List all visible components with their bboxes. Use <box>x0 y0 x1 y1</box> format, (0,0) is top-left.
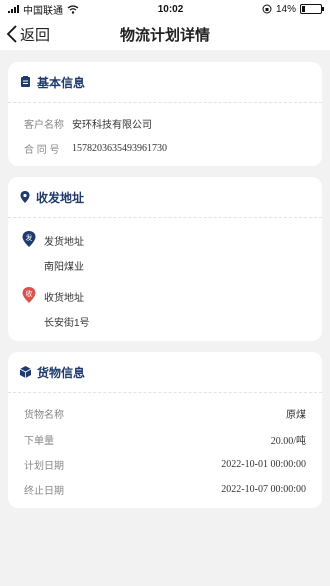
order-qty-value: 20.00/吨 <box>270 436 306 447</box>
goods-name-value: 原煤 <box>286 410 306 421</box>
basic-info-card: 基本信息 客户名称 安环科技有限公司 合 同 号 157820363549396… <box>8 62 322 166</box>
goods-row: 下单量 20.00/吨 <box>24 432 306 447</box>
basic-info-title: 基本信息 <box>37 75 86 90</box>
location-pin-icon <box>20 191 30 203</box>
status-left: 中国联通 <box>8 2 79 17</box>
goods-title: 货物信息 <box>37 365 86 380</box>
back-label: 返回 <box>20 26 51 44</box>
address-header: 收发地址 <box>8 177 322 218</box>
contract-row: 合 同 号 1578203635493961730 <box>24 141 306 156</box>
ship-icon-char: 发 <box>26 233 33 242</box>
page-title: 物流计划详情 <box>119 26 210 44</box>
ship-address-icon: 发 <box>22 231 36 247</box>
wifi-icon <box>67 4 79 14</box>
document-icon <box>21 76 30 87</box>
back-button[interactable]: 返回 <box>6 18 50 50</box>
basic-info-header: 基本信息 <box>8 62 322 103</box>
ship-address-value: 南阳煤业 <box>44 262 84 273</box>
address-title: 收发地址 <box>36 190 85 205</box>
receive-address-value: 长安街1号 <box>44 318 90 329</box>
goods-card: 货物信息 货物名称 原煤 下单量 20.00/吨 计划日期 2022-10-01… <box>8 352 322 508</box>
customer-row: 客户名称 安环科技有限公司 <box>24 116 306 131</box>
battery-percent: 14% <box>275 3 296 15</box>
customer-value: 安环科技有限公司 <box>72 120 152 131</box>
goods-row: 计划日期 2022-10-01 00:00:00 <box>24 457 306 472</box>
status-right: 14% <box>262 3 324 15</box>
status-time: 10:02 <box>157 3 184 15</box>
battery-fill <box>302 6 305 12</box>
receive-address-label: 收货地址 <box>44 293 84 304</box>
goods-row: 终止日期 2022-10-07 00:00:00 <box>24 482 306 497</box>
recv-icon-char: 收 <box>26 289 33 298</box>
battery-icon <box>300 4 324 14</box>
chevron-left-icon <box>6 25 17 43</box>
cube-icon <box>20 366 31 378</box>
carrier-name: 中国联通 <box>23 5 63 17</box>
goods-name-label: 货物名称 <box>24 410 64 421</box>
receive-address-icon: 收 <box>22 287 36 303</box>
goods-header: 货物信息 <box>8 352 322 393</box>
order-qty-label: 下单量 <box>24 436 54 447</box>
end-date-label: 终止日期 <box>24 486 64 497</box>
address-card: 收发地址 发 发货地址 南阳煤业 收 收货地址 长安街1号 <box>8 177 322 341</box>
customer-label: 客户名称 <box>24 120 64 131</box>
ship-address-label: 发货地址 <box>44 237 84 248</box>
orientation-lock-icon <box>262 4 272 14</box>
goods-row: 货物名称 原煤 <box>24 406 306 421</box>
plan-date-label: 计划日期 <box>24 461 64 472</box>
nav-bar: 返回 物流计划详情 <box>0 18 330 50</box>
signal-icon <box>8 5 19 13</box>
contract-label: 合 同 号 <box>24 145 60 156</box>
status-bar: 中国联通 10:02 14% <box>0 0 330 18</box>
plan-date-value: 2022-10-01 00:00:00 <box>221 459 306 470</box>
end-date-value: 2022-10-07 00:00:00 <box>221 484 306 495</box>
contract-value: 1578203635493961730 <box>72 143 167 154</box>
